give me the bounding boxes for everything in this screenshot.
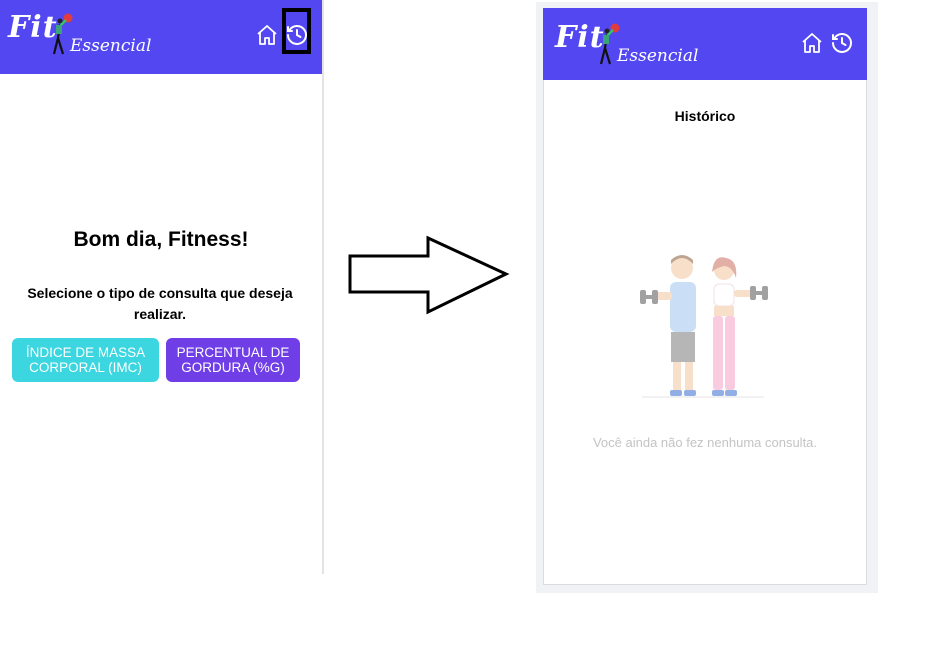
gordura-button[interactable]: PERCENTUAL DE GORDURA (%G) [166,338,300,382]
empty-history-message: Você ainda não fez nenhuma consulta. [592,435,818,450]
history-icon[interactable] [829,30,855,56]
logo-text-sub: Essencial [70,36,152,56]
imc-button[interactable]: ÍNDICE DE MASSA CORPORAL (IMC) [12,338,159,382]
transition-arrow-icon [348,235,510,315]
app-logo: Fit Essencial [8,8,152,64]
instruction-text: Selecione o tipo de consulta que deseja … [27,285,293,322]
home-screen: Fit Essencial Bom dia, Fitness! Selecion… [0,0,324,574]
fitness-couple-illustration [640,255,768,398]
home-icon[interactable] [799,30,825,56]
home-icon[interactable] [254,22,280,48]
logo-text-sub: Essencial [617,46,699,66]
greeting-title: Bom dia, Fitness! [73,228,249,251]
highlight-box [282,8,311,54]
history-header: Fit Essencial [543,8,867,80]
app-logo: Fit Essencial [555,18,699,74]
app-header: Fit Essencial [0,0,322,74]
history-title: Histórico [674,108,736,124]
